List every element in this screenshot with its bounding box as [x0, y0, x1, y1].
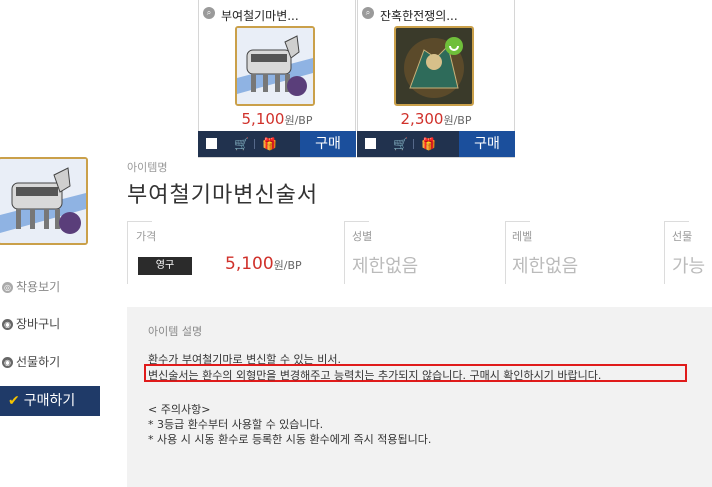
- divider: [413, 139, 414, 149]
- wear-label: 착용보기: [16, 280, 61, 294]
- gift-icon[interactable]: 🎁: [421, 137, 436, 151]
- notice-title: < 주의사항>: [148, 403, 211, 416]
- description-heading: 아이템 설명: [148, 325, 203, 338]
- gender-label: 성별: [352, 230, 373, 243]
- gift-icon[interactable]: 🎁: [262, 137, 277, 151]
- item-thumbnail[interactable]: [394, 26, 474, 106]
- gift-label: 선물: [672, 230, 693, 243]
- notice-line: * 3등급 환수부터 사용할 수 있습니다.: [148, 418, 324, 431]
- card-price: 5,100원/BP: [241, 110, 313, 128]
- select-checkbox[interactable]: [206, 138, 217, 149]
- product-card[interactable]: ⌕ 잔혹한전쟁의... 2,300원/BP 🛒 🎁 구매: [357, 0, 515, 158]
- gift-link-label: 선물하기: [16, 355, 61, 369]
- zoom-icon[interactable]: ⌕: [203, 7, 215, 19]
- product-card[interactable]: ⌕ 부여철기마변... 5,100원/BP 🛒 🎁 구매: [198, 0, 356, 158]
- cart-link[interactable]: ◉ 장바구니: [2, 315, 60, 332]
- purchase-label: 구매하기: [23, 393, 76, 409]
- item-title: 부여철기마변신술서: [127, 183, 319, 208]
- buy-button[interactable]: 구매: [459, 131, 515, 157]
- item-price: 5,100원/BP: [225, 254, 302, 274]
- cart-icon[interactable]: 🛒: [234, 137, 249, 151]
- eye-icon: ◎: [2, 282, 13, 293]
- divider: [254, 139, 255, 149]
- buy-button[interactable]: 구매: [300, 131, 356, 157]
- item-name-label: 아이템명: [127, 161, 168, 174]
- cart-icon[interactable]: 🛒: [393, 137, 408, 151]
- card-name[interactable]: 부여철기마변...: [221, 7, 299, 24]
- gender-value: 제한없음: [352, 256, 419, 277]
- notice-line: * 사용 시 시동 환수로 등록한 시동 환수에게 즉시 적용됩니다.: [148, 433, 432, 446]
- check-icon: ✔: [8, 393, 20, 409]
- description-line: 변신술서는 환수의 외형만을 변경해주고 능력치는 추가되지 않습니다. 구매시…: [148, 369, 602, 382]
- card-price: 2,300원/BP: [400, 110, 472, 128]
- zoom-icon[interactable]: ⌕: [362, 7, 374, 19]
- gift-icon: ◉: [2, 357, 13, 368]
- gift-link[interactable]: ◉ 선물하기: [2, 353, 60, 370]
- card-action-bar: 🛒 🎁 구매: [357, 131, 515, 157]
- purchase-button[interactable]: ✔ 구매하기: [0, 386, 100, 416]
- cart-icon: ◉: [2, 319, 13, 330]
- card-name[interactable]: 잔혹한전쟁의...: [380, 7, 458, 24]
- cart-label: 장바구니: [16, 317, 61, 331]
- period-tag: 영구: [138, 257, 192, 275]
- level-label: 레벨: [512, 230, 533, 243]
- card-action-bar: 🛒 🎁 구매: [198, 131, 356, 157]
- item-image: [0, 157, 88, 245]
- level-value: 제한없음: [512, 256, 579, 277]
- description-panel: 아이템 설명 환수가 부여철기마로 변신할 수 있는 비서. 변신술서는 환수의…: [127, 307, 712, 487]
- price-label: 가격: [136, 230, 157, 243]
- select-checkbox[interactable]: [365, 138, 376, 149]
- wear-preview-link[interactable]: ◎ 착용보기: [2, 278, 60, 295]
- item-thumbnail[interactable]: [235, 26, 315, 106]
- gift-value: 가능: [672, 256, 706, 277]
